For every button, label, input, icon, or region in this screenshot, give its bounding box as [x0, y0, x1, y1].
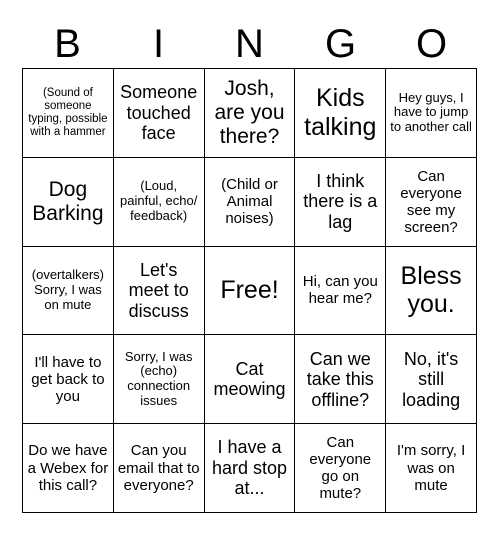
bingo-cell-label: Can we take this offline? [306, 348, 374, 410]
bingo-cell-label: Can everyone go on mute? [309, 433, 372, 503]
bingo-cell[interactable]: I'm sorry, I was on mute [386, 424, 477, 513]
bingo-cell-label: No, it's still loading [402, 348, 461, 410]
bingo-cell[interactable]: Sorry, I was (echo) connection issues [113, 335, 205, 425]
bingo-cell-label: I think there is a lag [303, 170, 378, 232]
bingo-header-letter-b: B [54, 22, 81, 66]
bingo-cell[interactable]: (overtalkers) Sorry, I was on mute [23, 246, 114, 336]
bingo-grid: (Sound of someone typing, possible with … [22, 68, 477, 513]
bingo-cell[interactable]: Do we have a Webex for this call? [23, 424, 114, 513]
bingo-cell[interactable]: (Child or Animal noises) [204, 157, 296, 247]
bingo-cell[interactable]: Hey guys, I have to jump to another call [386, 69, 477, 158]
bingo-cell-label: Do we have a Webex for this call? [27, 442, 109, 494]
bingo-cell-label: Bless you. [400, 261, 462, 319]
bingo-cell-label: Sorry, I was (echo) connection issues [124, 348, 193, 409]
bingo-cell-label: I'm sorry, I was on mute [396, 442, 466, 494]
bingo-cell-label: Dog Barking [32, 177, 104, 225]
bingo-cell[interactable]: Can everyone go on mute? [295, 424, 387, 513]
bingo-cell[interactable]: I have a hard stop at... [204, 424, 296, 513]
bingo-card: B I N G O (Sound of someone typing, possible… [0, 0, 500, 544]
bingo-header: BINGO [22, 20, 477, 68]
bingo-cell-label: (Sound of someone typing, possible with … [28, 86, 108, 138]
bingo-cell-label: Hi, can you hear me? [302, 273, 378, 308]
bingo-header-letter-i: I [152, 22, 165, 66]
bingo-cell[interactable]: No, it's still loading [386, 335, 477, 425]
bingo-cell[interactable]: (Sound of someone typing, possible with … [23, 69, 114, 158]
bingo-header-letter-o: O [415, 22, 448, 66]
bingo-header-letter-n: N [235, 22, 264, 66]
bingo-cell[interactable]: Can you email that to everyone? [113, 424, 205, 513]
bingo-cell-label: I have a hard stop at... [211, 437, 288, 499]
bingo-cell-label: (overtalkers) Sorry, I was on mute [31, 267, 105, 312]
bingo-cell-label: Hey guys, I have to jump to another call [390, 89, 472, 135]
bingo-header-letter-g: G [324, 22, 357, 66]
bingo-cell-label: Free! [220, 276, 279, 305]
bingo-cell-free[interactable]: Free! [204, 246, 296, 336]
bingo-cell-label: Cat meowing [213, 358, 286, 400]
bingo-cell-label: Can you email that to everyone? [117, 442, 200, 494]
bingo-cell[interactable]: I'll have to get back to you [23, 335, 114, 425]
bingo-cell[interactable]: Can everyone see my screen? [386, 157, 477, 247]
bingo-cell[interactable]: (Loud, painful, echo/ feedback) [113, 157, 205, 247]
bingo-cell[interactable]: Josh, are you there? [204, 69, 296, 158]
bingo-cell-label: (Loud, painful, echo/ feedback) [120, 178, 198, 224]
bingo-cell[interactable]: Can we take this offline? [295, 335, 387, 425]
bingo-cell[interactable]: Dog Barking [23, 157, 114, 247]
bingo-cell-label: Josh, are you there? [214, 76, 285, 148]
bingo-cell[interactable]: Let's meet to discuss [113, 246, 205, 336]
bingo-cell[interactable]: Bless you. [386, 246, 477, 336]
bingo-cell[interactable]: Kids talking [295, 69, 387, 158]
bingo-cell-label: (Child or Animal noises) [221, 176, 278, 228]
bingo-cell[interactable]: Hi, can you hear me? [295, 246, 387, 336]
bingo-cell-label: I'll have to get back to you [31, 353, 105, 405]
bingo-cell-label: Someone touched face [120, 82, 198, 144]
bingo-cell-label: Let's meet to discuss [128, 259, 189, 321]
bingo-cell[interactable]: I think there is a lag [295, 157, 387, 247]
bingo-cell-label: Can everyone see my screen? [400, 167, 462, 236]
bingo-cell[interactable]: Cat meowing [204, 335, 296, 425]
bingo-cell[interactable]: Someone touched face [113, 69, 205, 158]
bingo-cell-label: Kids talking [304, 84, 377, 141]
